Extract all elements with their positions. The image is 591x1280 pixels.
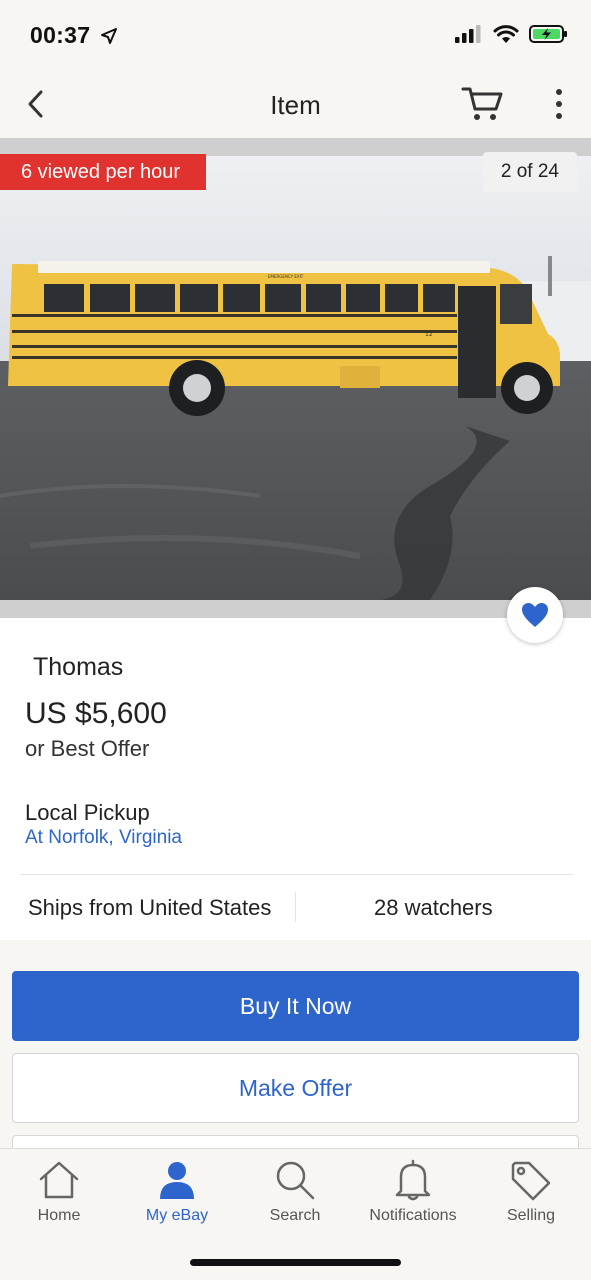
- home-indicator: [190, 1259, 401, 1266]
- tab-home-label: Home: [37, 1207, 81, 1224]
- status-bar: 00:37: [0, 0, 591, 72]
- divider: [20, 874, 573, 875]
- tab-selling-label: Selling: [506, 1207, 556, 1224]
- cart-button[interactable]: [460, 84, 506, 124]
- image-gallery[interactable]: 12 EMERGENCY EXIT 6 viewed per hour 2 of…: [0, 138, 591, 618]
- buy-it-now-button[interactable]: Buy It Now: [12, 971, 579, 1041]
- magnifier-icon: [276, 1161, 315, 1200]
- best-offer-text: or Best Offer: [25, 736, 150, 761]
- signal-icon: [455, 25, 481, 43]
- navbar: Item: [0, 72, 591, 138]
- item-price: US $5,600: [25, 697, 167, 730]
- cart-icon: [461, 87, 503, 120]
- bus-number: 12: [425, 331, 433, 338]
- viewed-per-hour-badge: 6 viewed per hour: [0, 154, 206, 190]
- status-time: 00:37: [30, 22, 91, 48]
- item-title: Thomas: [33, 653, 124, 681]
- tag-icon: [511, 1161, 551, 1201]
- pickup-location-link[interactable]: At Norfolk, Virginia: [25, 827, 182, 849]
- house-icon: [39, 1161, 79, 1199]
- vertical-divider: [295, 892, 296, 922]
- wifi-icon: [493, 25, 519, 43]
- local-pickup-label: Local Pickup: [25, 800, 150, 825]
- tab-search-label: Search: [269, 1207, 321, 1224]
- bus-sign: EMERGENCY EXIT: [268, 274, 304, 279]
- tab-selling[interactable]: Selling: [472, 1159, 590, 1231]
- heart-icon: [522, 603, 548, 627]
- bell-icon: [395, 1159, 431, 1201]
- tab-my-ebay-label: My eBay: [145, 1207, 209, 1224]
- more-dots-icon: [556, 89, 562, 95]
- make-offer-button[interactable]: Make Offer: [12, 1053, 579, 1123]
- more-options-button[interactable]: [546, 86, 572, 122]
- ships-from-text: Ships from United States: [28, 895, 272, 920]
- item-photo[interactable]: 12 EMERGENCY EXIT: [0, 156, 591, 600]
- battery-charging-icon: [529, 25, 567, 43]
- watchers-count: 28 watchers: [374, 895, 493, 920]
- tab-my-ebay[interactable]: My eBay: [118, 1159, 236, 1231]
- tab-notifications[interactable]: Notifications: [354, 1159, 472, 1231]
- tab-notifications-label: Notifications: [369, 1207, 457, 1224]
- person-icon: [160, 1162, 194, 1199]
- location-arrow-icon: [101, 28, 117, 44]
- image-counter-badge: 2 of 24: [482, 152, 577, 192]
- tab-home[interactable]: Home: [0, 1159, 118, 1231]
- watch-button[interactable]: [507, 587, 563, 643]
- tab-search[interactable]: Search: [236, 1159, 354, 1231]
